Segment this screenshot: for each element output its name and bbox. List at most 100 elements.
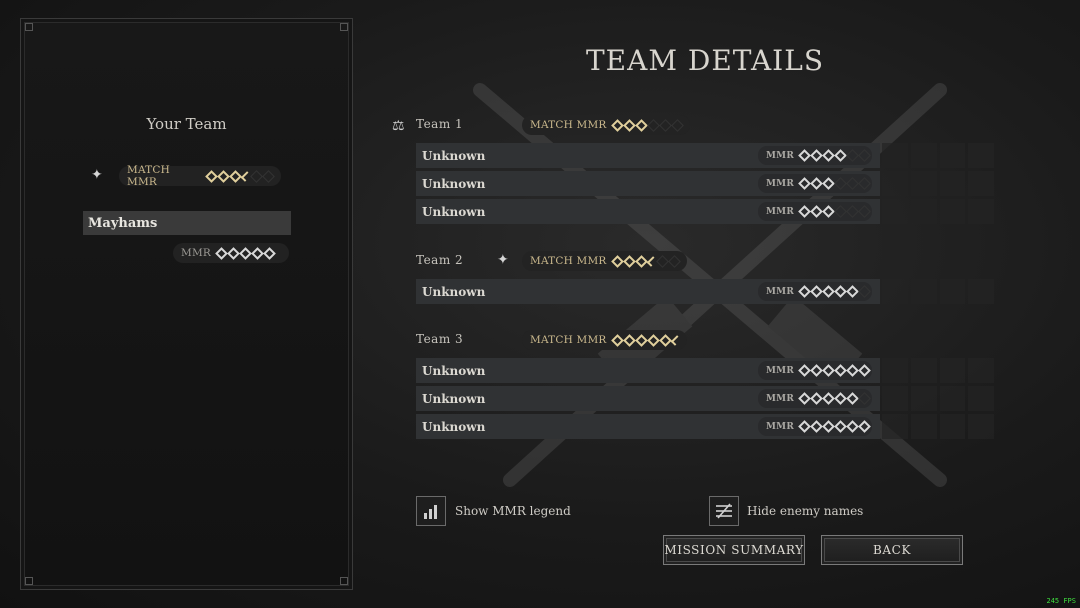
- mmr-star-full: [846, 364, 859, 377]
- player-name: Unknown: [422, 363, 486, 378]
- mmr-star-empty: [262, 169, 275, 183]
- mmr-star-empty: [846, 149, 859, 162]
- mmr-star-full: [263, 246, 276, 260]
- mmr-star-full: [646, 333, 660, 347]
- mmr-star-full: [834, 149, 847, 162]
- team-3-name: Team 3: [416, 332, 464, 346]
- player-name: Unknown: [422, 284, 486, 299]
- mmr-star-full: [834, 420, 847, 433]
- mmr-star-full: [858, 420, 871, 433]
- row-ghost-cells: [882, 358, 994, 383]
- mmr-star-full: [822, 149, 835, 162]
- player-mmr-rating: [798, 205, 871, 218]
- mmr-star-full: [622, 333, 636, 347]
- team-sparkle-icon: ✦: [91, 167, 103, 183]
- player-mmr-rating: [798, 177, 871, 190]
- player-row-mayhams[interactable]: Mayhams: [83, 211, 291, 235]
- player-mmr-rating: [798, 392, 871, 405]
- team-1-name: Team 1: [416, 117, 464, 131]
- player-name: Mayhams: [88, 215, 158, 231]
- mmr-star-empty: [834, 205, 847, 218]
- row-ghost-cells: [882, 279, 994, 304]
- player-mmr-rating: [798, 364, 871, 377]
- mmr-label: MMR: [181, 247, 212, 259]
- mmr-star-full: [858, 364, 871, 377]
- row-ghost-cells: [882, 199, 994, 224]
- player-mmr-rating: [798, 149, 871, 162]
- mmr-star-full: [798, 392, 811, 405]
- player-mmr-rating: [798, 285, 871, 298]
- player-row[interactable]: Unknown MMR: [416, 386, 880, 411]
- player-mmr: MMR: [758, 174, 872, 193]
- show-mmr-legend-toggle[interactable]: [416, 496, 446, 526]
- player-name: Unknown: [422, 204, 486, 219]
- mmr-star-full: [810, 392, 823, 405]
- player-row[interactable]: Unknown MMR: [416, 279, 880, 304]
- mmr-star-empty: [658, 118, 672, 132]
- mmr-star-full: [822, 205, 835, 218]
- team-sparkle-icon: ✦: [497, 252, 509, 268]
- row-ghost-cells: [882, 386, 994, 411]
- player-row[interactable]: Unknown MMR: [416, 414, 880, 439]
- panel-corner: [25, 577, 33, 585]
- mmr-star-full: [810, 420, 823, 433]
- mmr-star-full: [634, 333, 648, 347]
- team-2-name: Team 2: [416, 253, 464, 267]
- hide-enemy-names-label[interactable]: Hide enemy names: [747, 504, 863, 518]
- mmr-star-full: [810, 364, 823, 377]
- team-2-mmr-rating: [610, 254, 681, 268]
- fps-counter: 245 FPS: [1046, 597, 1076, 605]
- mmr-star-empty: [858, 285, 871, 298]
- your-team-panel: Your Team ✦ MATCH MMR Mayhams MMR: [20, 18, 353, 590]
- player-row[interactable]: Unknown MMR: [416, 171, 880, 196]
- team-2-match-mmr: MATCH MMR: [522, 251, 687, 271]
- mmr-label: MMR: [766, 206, 795, 217]
- mmr-star-full: [798, 364, 811, 377]
- mmr-star-full: [622, 254, 636, 268]
- row-ghost-cells: [882, 143, 994, 168]
- mmr-star-full: [846, 392, 859, 405]
- mmr-star-full: [798, 205, 811, 218]
- team-1-match-mmr: MATCH MMR: [522, 115, 690, 135]
- mmr-star-empty: [858, 205, 871, 218]
- row-ghost-cells: [882, 171, 994, 196]
- mmr-star-empty: [858, 392, 871, 405]
- mmr-label: MMR: [766, 178, 795, 189]
- show-mmr-legend-label[interactable]: Show MMR legend: [455, 504, 571, 518]
- row-ghost-cells: [882, 414, 994, 439]
- mmr-star-full: [622, 118, 636, 132]
- mmr-star-full: [822, 177, 835, 190]
- mmr-star-full: [610, 333, 624, 347]
- mmr-star-full: [822, 392, 835, 405]
- player-mmr: MMR: [173, 243, 289, 263]
- mmr-star-full: [834, 392, 847, 405]
- hide-enemy-names-toggle[interactable]: [709, 496, 739, 526]
- mmr-label: MMR: [766, 286, 795, 297]
- mmr-star-full: [658, 333, 672, 347]
- panel-corner: [340, 577, 348, 585]
- player-name: Unknown: [422, 176, 486, 191]
- strikethrough-list-icon: [716, 503, 732, 519]
- mmr-star-empty: [670, 118, 684, 132]
- mmr-star-full: [229, 169, 242, 183]
- mmr-star-full: [810, 149, 823, 162]
- player-mmr-rating: [798, 420, 871, 433]
- mmr-star-full: [810, 177, 823, 190]
- player-row[interactable]: Unknown MMR: [416, 358, 880, 383]
- mission-summary-button[interactable]: MISSION SUMMARY: [663, 535, 805, 565]
- match-mmr-label: MATCH MMR: [530, 119, 607, 131]
- team-3-match-mmr: MATCH MMR: [522, 330, 687, 350]
- team-1-mmr-rating: [610, 118, 684, 132]
- back-button[interactable]: BACK: [821, 535, 963, 565]
- player-row[interactable]: Unknown MMR: [416, 143, 880, 168]
- panel-corner: [25, 23, 33, 31]
- player-row[interactable]: Unknown MMR: [416, 199, 880, 224]
- player-mmr: MMR: [758, 361, 872, 380]
- mmr-star-full: [834, 364, 847, 377]
- mmr-star-empty: [846, 177, 859, 190]
- mmr-star-empty: [858, 149, 871, 162]
- mmr-star-full: [634, 118, 648, 132]
- mmr-star-full: [822, 364, 835, 377]
- mmr-star-full: [834, 285, 847, 298]
- bar-chart-icon: [424, 505, 437, 519]
